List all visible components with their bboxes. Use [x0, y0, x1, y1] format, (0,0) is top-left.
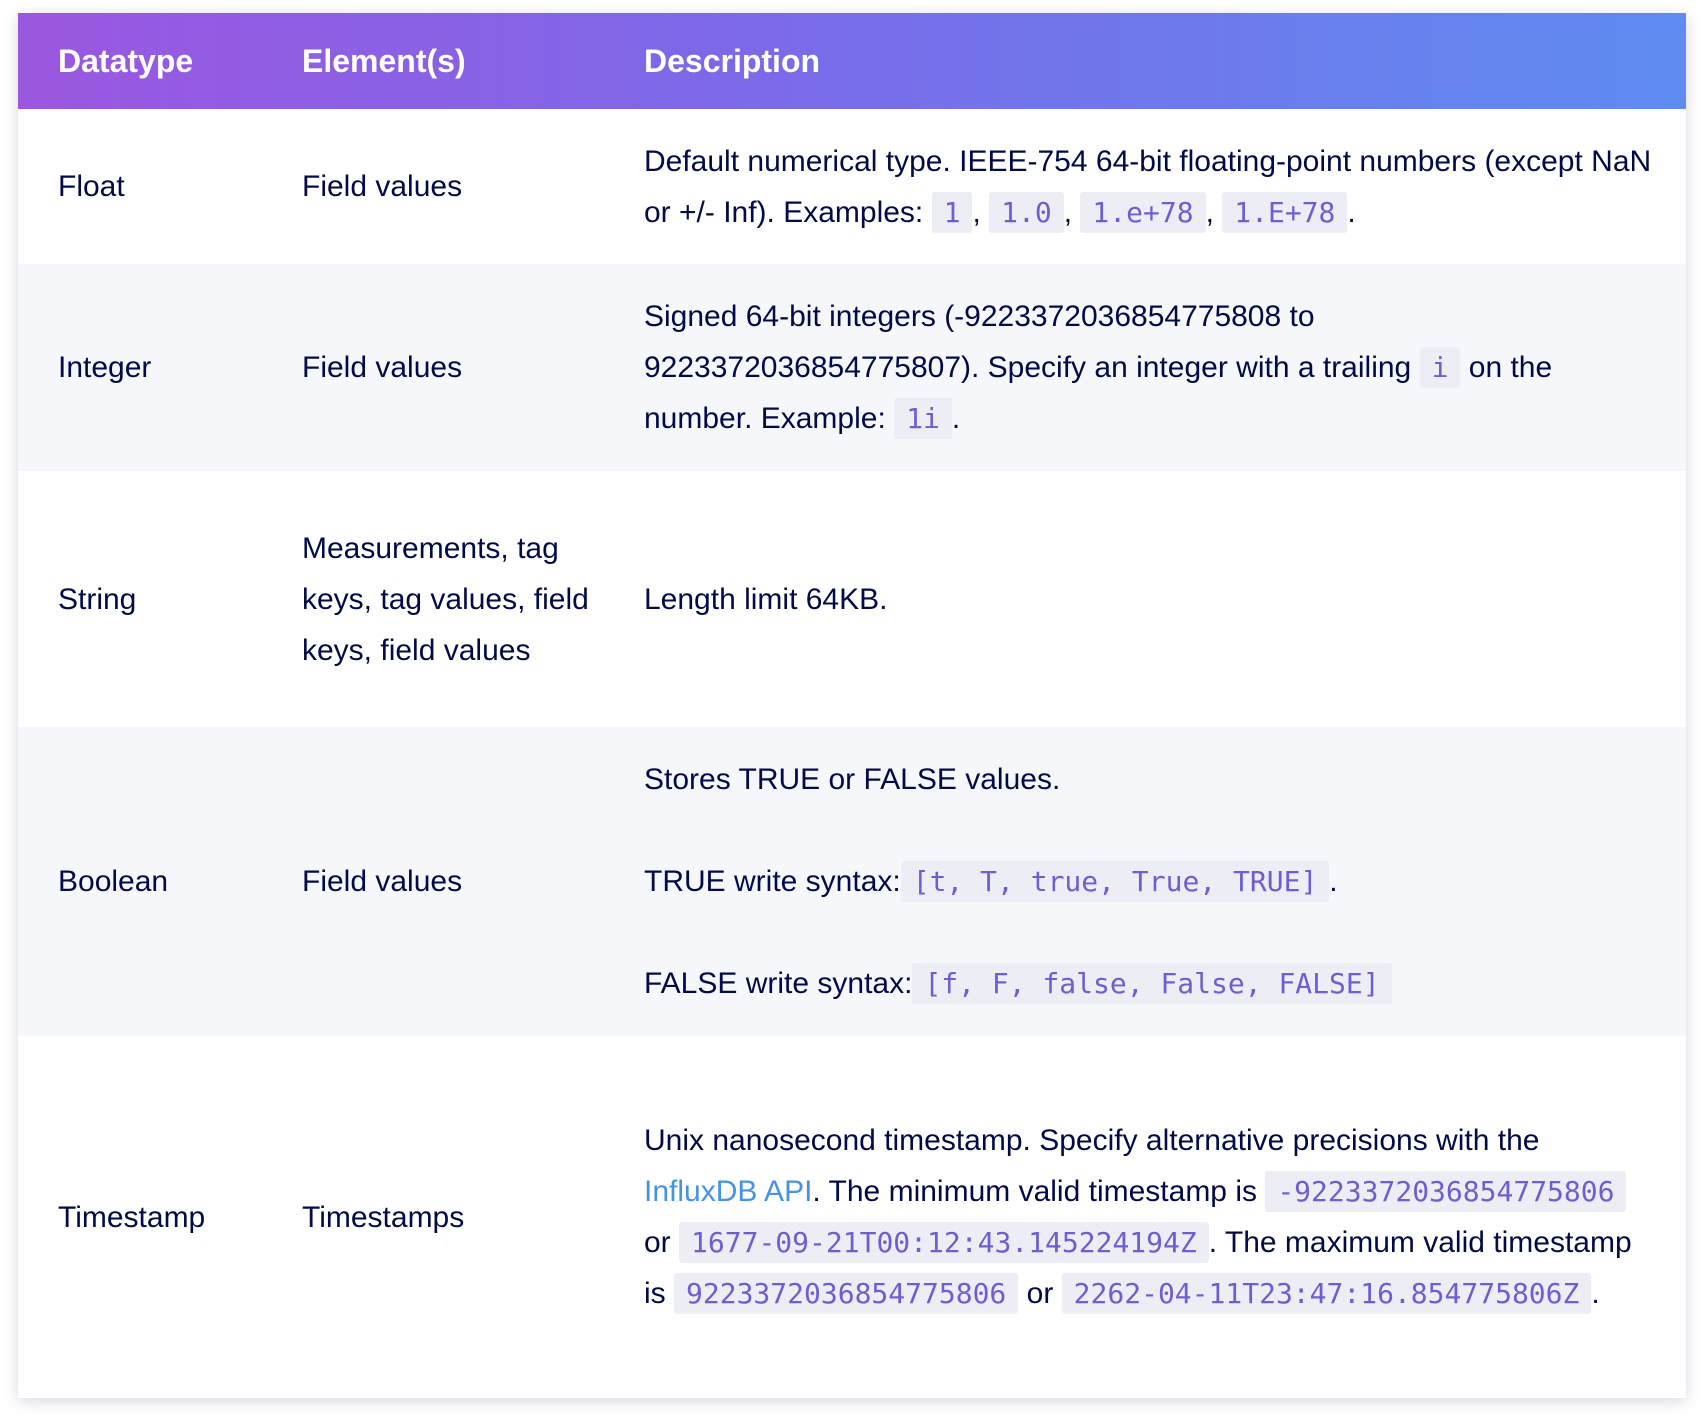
description-cell: Signed 64-bit integers (-922337203685477…	[638, 264, 1686, 471]
or-text: or	[644, 1226, 680, 1259]
datatype-cell: Integer	[58, 351, 152, 384]
table-row-boolean: Boolean Field values Stores TRUE or FALS…	[18, 727, 1686, 1036]
separator: ,	[972, 195, 981, 229]
datatypes-table: Datatype Element(s) Description Float Fi…	[18, 13, 1686, 1398]
example-code-1: 1	[931, 191, 973, 233]
or-text: or	[1018, 1277, 1062, 1310]
elements-cell: Field values	[302, 865, 463, 898]
table-row-integer: Integer Field values Signed 64-bit integ…	[18, 264, 1686, 471]
description-text: Unix nanosecond timestamp. Specify alter…	[644, 1124, 1540, 1157]
header-description: Description	[644, 42, 821, 79]
header-elements: Element(s)	[302, 42, 466, 79]
table-row-string: String Measurements, tag keys, tag value…	[18, 471, 1686, 727]
description-cell: Unix nanosecond timestamp. Specify alter…	[638, 1036, 1686, 1398]
period: .	[1347, 195, 1356, 229]
true-syntax-code: [t, T, true, True, TRUE]	[900, 861, 1330, 902]
influxdb-api-link[interactable]: InfluxDB API	[644, 1175, 812, 1208]
false-syntax-code: [f, F, false, False, FALSE]	[912, 963, 1392, 1004]
datatype-cell: Timestamp	[58, 1200, 206, 1234]
period: .	[1329, 865, 1338, 898]
example-code-3: 1.e+78	[1080, 191, 1206, 233]
period: .	[1591, 1277, 1600, 1310]
description-cell: Stores TRUE or FALSE values. TRUE write …	[638, 727, 1686, 1036]
min-timestamp-rfc-code: 1677-09-21T00:12:43.145224194Z	[679, 1222, 1209, 1263]
table-row-timestamp: Timestamp Timestamps Unix nanosecond tim…	[18, 1036, 1686, 1398]
separator: ,	[1205, 195, 1214, 229]
elements-cell: Timestamps	[302, 1200, 465, 1234]
elements-cell: Field values	[302, 351, 463, 384]
table-row-float: Float Field values Default numerical typ…	[18, 109, 1686, 264]
max-timestamp-rfc-code: 2262-04-11T23:47:16.854775806Z	[1061, 1273, 1592, 1314]
description-cell: Default numerical type. IEEE-754 64-bit …	[638, 109, 1686, 264]
elements-cell: Field values	[302, 170, 463, 203]
datatype-cell: String	[58, 582, 137, 616]
false-syntax-line: FALSE write syntax: [f, F, false, False, …	[644, 958, 1656, 1009]
table-header-row: Datatype Element(s) Description	[18, 13, 1686, 109]
boolean-summary: Stores TRUE or FALSE values.	[644, 763, 1061, 796]
period: .	[951, 402, 961, 435]
separator: ,	[1063, 195, 1073, 229]
suffix-code: i	[1419, 347, 1461, 388]
datatype-cell: Float	[58, 170, 125, 203]
elements-cell: Measurements, tag keys, tag values, fiel…	[302, 531, 589, 667]
description-text: . The minimum valid timestamp is	[812, 1175, 1266, 1208]
header-datatype: Datatype	[58, 42, 194, 79]
min-timestamp-ns-code: -9223372036854775806	[1265, 1171, 1627, 1212]
description-text: Signed 64-bit integers (-922337203685477…	[644, 300, 1420, 384]
description-cell: Length limit 64KB.	[644, 582, 888, 616]
datatypes-table-card: Datatype Element(s) Description Float Fi…	[18, 13, 1686, 1398]
datatype-cell: Boolean	[58, 865, 169, 898]
false-syntax-label: FALSE write syntax:	[644, 967, 913, 1000]
example-code: 1i	[894, 398, 952, 439]
true-syntax-label: TRUE write syntax:	[644, 865, 901, 898]
example-code-4: 1.E+78	[1222, 191, 1348, 233]
max-timestamp-ns-code: 9223372036854775806	[674, 1273, 1019, 1314]
example-code-2: 1.0	[989, 191, 1064, 233]
true-syntax-line: TRUE write syntax: [t, T, true, True, TRU…	[644, 856, 1656, 907]
